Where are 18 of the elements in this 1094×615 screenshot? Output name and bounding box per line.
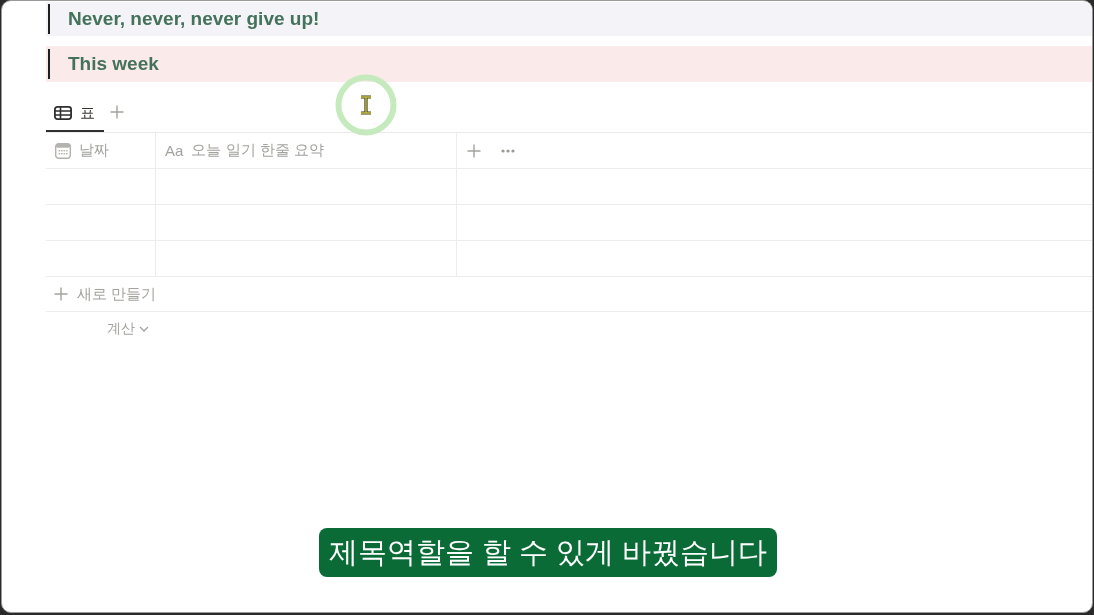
calendar-icon <box>55 142 71 159</box>
table-icon <box>54 106 72 120</box>
chevron-down-icon <box>139 326 149 332</box>
column-header[interactable]: 오늘 일기 한줄 요약 <box>191 141 324 160</box>
cursor-highlight-icon <box>335 74 397 136</box>
property-type-label: Aa <box>165 142 184 159</box>
subtitle-caption: 제목역할을 할 수 있게 바꿨습니다 <box>319 528 778 577</box>
add-property-button[interactable] <box>467 143 481 158</box>
plus-icon <box>54 287 68 301</box>
new-row-button[interactable]: 새로 만들기 <box>46 277 1092 312</box>
view-tab[interactable]: 표 <box>46 96 104 132</box>
plus-icon <box>110 105 124 119</box>
plus-icon <box>467 143 481 158</box>
more-icon <box>501 148 515 153</box>
callout-heading: This week <box>68 53 159 75</box>
callout-heading: Never, never, never give up! <box>68 8 320 30</box>
column-header[interactable]: 날짜 <box>79 141 109 160</box>
calculate-button[interactable]: 계산 <box>107 320 149 338</box>
